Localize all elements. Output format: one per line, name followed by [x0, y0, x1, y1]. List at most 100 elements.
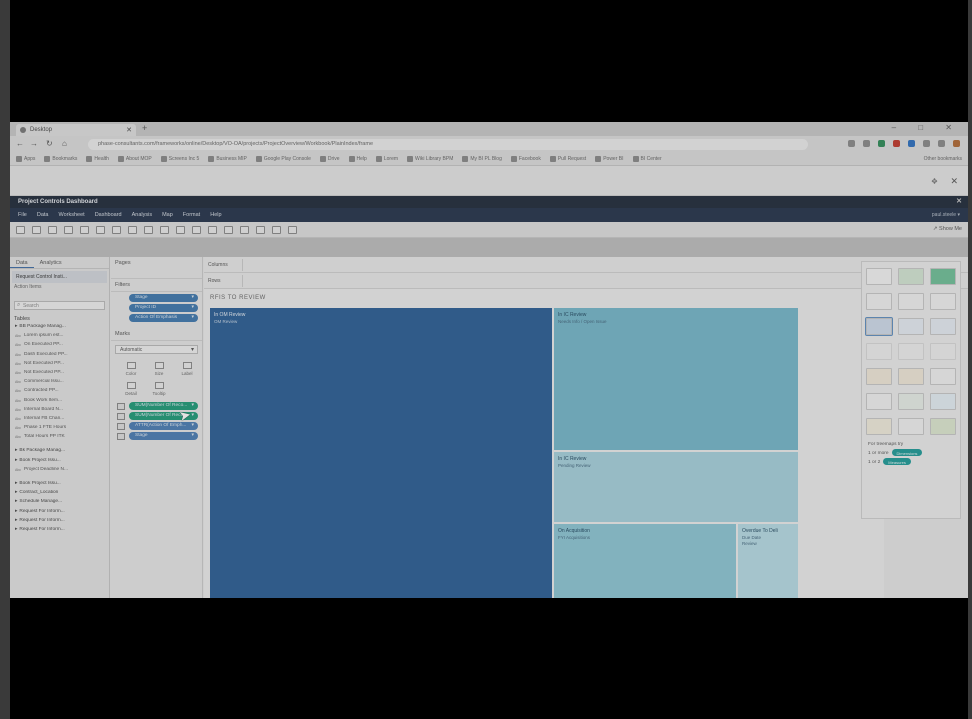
data-source-sub[interactable]: Action Items: [10, 283, 109, 291]
undo-icon[interactable]: [16, 225, 25, 234]
show-me-symbol-map-icon[interactable]: [898, 268, 924, 285]
bookmark-item[interactable]: My BI PL Blog: [462, 155, 502, 162]
swap-icon[interactable]: [144, 225, 153, 234]
show-me-pie-chart-icon[interactable]: [930, 293, 956, 310]
show-me-heat-map-icon[interactable]: [866, 293, 892, 310]
bookmark-item[interactable]: Health: [86, 155, 109, 162]
tab-close-icon[interactable]: ✕: [126, 126, 132, 134]
field-item[interactable]: Not Executed PP...: [10, 361, 109, 370]
bookmark-item[interactable]: Business MIP: [208, 155, 247, 162]
url-field[interactable]: phase-consultants.com/frameworks/online/…: [88, 139, 808, 150]
show-me-side-by-side-bars-icon[interactable]: [866, 343, 892, 360]
bookmark-item[interactable]: Google Play Console: [255, 155, 311, 162]
bookmark-item[interactable]: BI Center: [632, 155, 662, 162]
bookmark-item[interactable]: Drive: [319, 155, 340, 162]
window-controls[interactable]: – □ ✕: [892, 123, 962, 132]
sort-ascending-icon[interactable]: [160, 225, 169, 234]
filter-pill[interactable]: Action Of Emphasis ▾: [129, 314, 198, 322]
group-icon[interactable]: [208, 225, 217, 234]
table-group[interactable]: Book Project Issu...: [10, 481, 109, 490]
show-me-text-table-icon[interactable]: [866, 268, 892, 285]
duplicate-icon[interactable]: [112, 225, 121, 234]
field-item[interactable]: Internal Board N...: [10, 407, 109, 416]
bookmark-item[interactable]: Bookmarks: [44, 155, 77, 162]
bookmark-item[interactable]: Screens Inc 5: [160, 155, 199, 162]
filter-pill[interactable]: Project ID ▾: [129, 304, 198, 312]
treemap-cell[interactable]: Overdue To Deli Due Date Review: [738, 524, 798, 598]
other-bookmarks[interactable]: Other bookmarks: [924, 156, 968, 162]
forward-icon[interactable]: →: [30, 139, 38, 148]
table-group[interactable]: Book Project Issu...: [10, 458, 109, 467]
treemap-cell[interactable]: In IC Review Needs Info / Open Issue: [554, 308, 798, 450]
reload-icon[interactable]: ↻: [46, 139, 53, 148]
highlight-icon[interactable]: [192, 225, 201, 234]
save-icon[interactable]: [48, 225, 57, 234]
redo-icon[interactable]: [32, 225, 41, 234]
extension-icon[interactable]: [893, 140, 900, 147]
table-group[interactable]: Request For Inform...: [10, 518, 109, 527]
mark-button-tooltip[interactable]: Tooltip: [145, 382, 173, 396]
show-me-stacked-bars-icon[interactable]: [930, 318, 956, 335]
pill-dropdown-icon[interactable]: ▾: [191, 432, 194, 438]
show-me-scatter-plot-icon[interactable]: [866, 418, 892, 435]
share-icon[interactable]: [288, 225, 297, 234]
treemap-cell[interactable]: On Acquisition FYI Acquisitions: [554, 524, 736, 598]
field-search-input[interactable]: Search: [14, 301, 105, 310]
show-me-highlight-table-icon[interactable]: [898, 293, 924, 310]
user-menu[interactable]: paul.steele ▾: [932, 212, 960, 218]
tab-data[interactable]: Data: [10, 257, 34, 268]
show-me-button[interactable]: ↗ Show Me: [933, 226, 962, 232]
extension-icon[interactable]: [863, 140, 870, 147]
menu-data[interactable]: Data: [37, 212, 49, 218]
show-me-dual-lines-icon[interactable]: [930, 368, 956, 385]
show-me-lines-discrete-icon[interactable]: [898, 368, 924, 385]
bookmark-item[interactable]: Apps: [16, 155, 35, 162]
field-item[interactable]: Commercial Issu...: [10, 379, 109, 388]
bookmark-item[interactable]: Power BI: [595, 155, 624, 162]
menu-dashboard[interactable]: Dashboard: [95, 212, 122, 218]
menu-worksheet[interactable]: Worksheet: [59, 212, 85, 218]
table-group[interactable]: Request For Inform...: [10, 527, 109, 536]
extension-icon[interactable]: [878, 140, 885, 147]
bookmark-item[interactable]: Lorem: [375, 155, 398, 162]
pill-dropdown-icon[interactable]: ▾: [191, 412, 194, 418]
page-settings-icon[interactable]: ❖: [931, 177, 938, 186]
sort-descending-icon[interactable]: [176, 225, 185, 234]
table-group[interactable]: Contract_Location: [10, 490, 109, 499]
table-group[interactable]: Schedule Manage...: [10, 499, 109, 508]
home-icon[interactable]: ⌂: [62, 139, 67, 148]
pill-dropdown-icon[interactable]: ▾: [191, 294, 194, 300]
field-item[interactable]: Phase 1 FTE Hours: [10, 425, 109, 434]
show-me-area-discrete-icon[interactable]: [898, 393, 924, 410]
field-item[interactable]: On Executed PP...: [10, 342, 109, 351]
pill-dropdown-icon[interactable]: ▾: [191, 422, 194, 428]
show-me-horizontal-bars-icon[interactable]: [898, 318, 924, 335]
back-icon[interactable]: ←: [16, 139, 24, 148]
field-item[interactable]: Contracted PP...: [10, 388, 109, 397]
mark-type-select[interactable]: Automatic: [115, 345, 198, 354]
fix-axes-icon[interactable]: [240, 225, 249, 234]
field-item[interactable]: Book Work Item...: [10, 398, 109, 407]
menu-format[interactable]: Format: [183, 212, 200, 218]
table-group[interactable]: BB Package Manag...: [10, 324, 109, 333]
menu-map[interactable]: Map: [162, 212, 173, 218]
extension-icon[interactable]: [848, 140, 855, 147]
field-item[interactable]: Project Deadline N...: [10, 467, 109, 476]
pill-dropdown-icon[interactable]: ▾: [191, 314, 194, 320]
bookmark-item[interactable]: About MOP: [117, 155, 152, 162]
clear-icon[interactable]: [128, 225, 137, 234]
mark-button-color[interactable]: Color: [117, 362, 145, 376]
data-source[interactable]: Request Control Insti...: [12, 271, 107, 283]
show-me-circle-view-icon[interactable]: [898, 343, 924, 360]
show-me-filled-map-icon[interactable]: [930, 268, 956, 285]
show-me-side-by-side-circles-icon[interactable]: [930, 343, 956, 360]
pause-updates-icon[interactable]: [80, 225, 89, 234]
new-tab-button[interactable]: +: [142, 123, 147, 133]
menu-analysis[interactable]: Analysis: [132, 212, 152, 218]
field-item[interactable]: Lorem ipsum est...: [10, 333, 109, 342]
new-worksheet-icon[interactable]: [96, 225, 105, 234]
field-item[interactable]: Total Hours PP ITK: [10, 434, 109, 443]
treemap-cell[interactable]: In IC Review Pending Review: [554, 452, 798, 522]
field-item[interactable]: Internal FB Chan...: [10, 416, 109, 425]
treemap-cell[interactable]: In OM Review OM Review: [210, 308, 552, 598]
